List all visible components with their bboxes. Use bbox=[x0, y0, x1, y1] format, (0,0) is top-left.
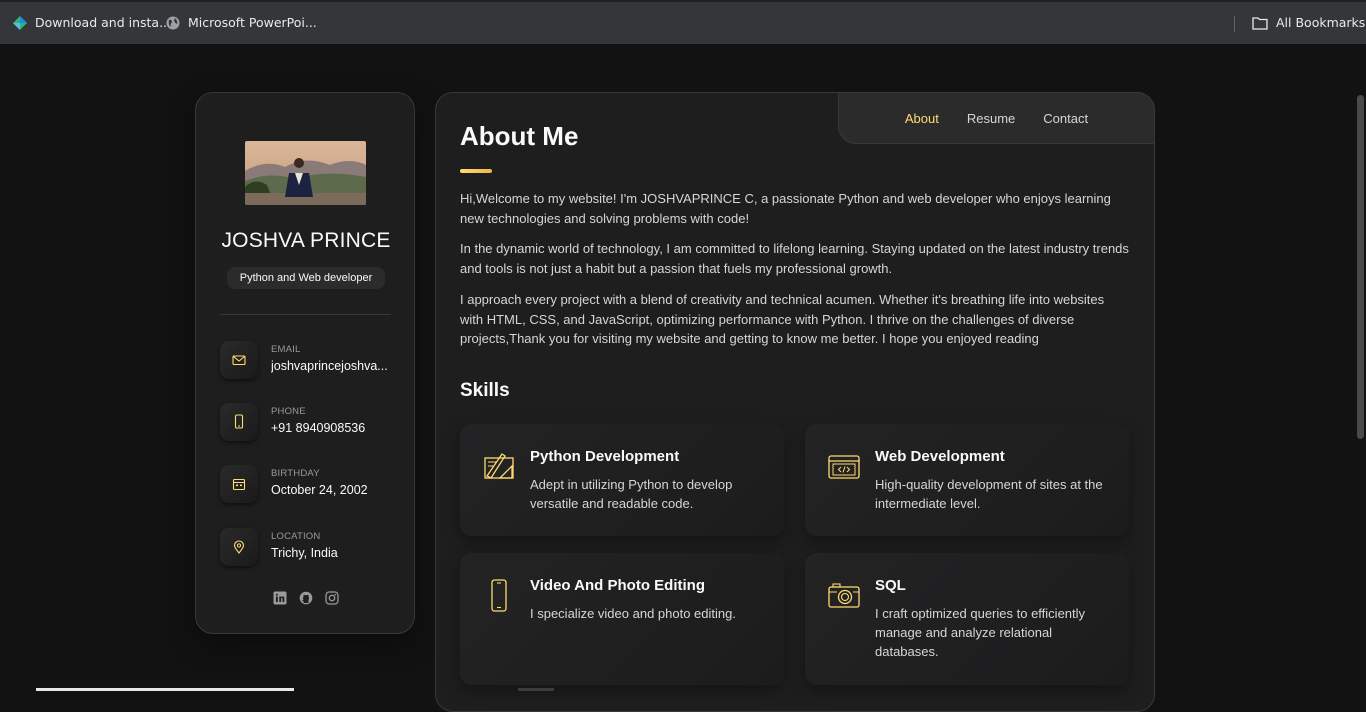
main-navbar: About Resume Contact bbox=[838, 92, 1155, 144]
nav-resume[interactable]: Resume bbox=[967, 111, 1015, 126]
nav-about[interactable]: About bbox=[905, 111, 939, 126]
bookmark-label: Download and insta... bbox=[35, 15, 171, 30]
skills-heading: Skills bbox=[460, 380, 510, 401]
all-bookmarks-label: All Bookmarks bbox=[1276, 15, 1366, 30]
profile-title-badge: Python and Web developer bbox=[227, 267, 385, 289]
social-links bbox=[196, 591, 416, 605]
skill-title: SQL bbox=[875, 577, 906, 594]
skill-title: Python Development bbox=[530, 448, 680, 465]
skill-title: Video And Photo Editing bbox=[530, 577, 705, 594]
phone-icon bbox=[220, 403, 258, 441]
code-window-icon bbox=[828, 455, 860, 479]
location-value: Trichy, India bbox=[271, 546, 338, 560]
mail-icon bbox=[220, 341, 258, 379]
bookmarks-separator bbox=[1234, 16, 1235, 32]
linkedin-icon[interactable] bbox=[273, 591, 287, 605]
contact-location: LOCATION Trichy, India bbox=[220, 528, 400, 568]
bookmark-download[interactable]: Download and insta... bbox=[13, 15, 171, 30]
folder-icon bbox=[1252, 16, 1268, 30]
location-pin-icon bbox=[220, 528, 258, 566]
skill-card: Video And Photo Editing I specialize vid… bbox=[460, 553, 784, 685]
contact-label: LOCATION bbox=[271, 531, 321, 542]
avatar bbox=[245, 141, 366, 205]
contact-label: BIRTHDAY bbox=[271, 468, 320, 479]
bookmarks-bar: Download and insta... Microsoft PowerPoi… bbox=[0, 0, 1366, 44]
skill-description: High-quality development of sites at the… bbox=[875, 477, 1103, 511]
contact-label: PHONE bbox=[271, 406, 306, 417]
phone-link[interactable]: +91 8940908536 bbox=[271, 421, 365, 435]
nav-contact[interactable]: Contact bbox=[1043, 111, 1088, 126]
camera-icon bbox=[828, 583, 860, 608]
globe-icon bbox=[166, 16, 180, 29]
main-content: About Resume Contact About Me Hi,Welcome… bbox=[435, 92, 1155, 712]
profile-sidebar: JOSHVA PRINCE Python and Web developer E… bbox=[195, 92, 415, 634]
about-paragraph: I approach every project with a blend of… bbox=[460, 292, 1105, 346]
skill-description: Adept in utilizing Python to develop ver… bbox=[530, 477, 733, 511]
sidebar-divider bbox=[220, 314, 391, 315]
contact-phone: PHONE +91 8940908536 bbox=[220, 403, 400, 443]
birthday-value: October 24, 2002 bbox=[271, 483, 368, 497]
all-bookmarks-button[interactable]: All Bookmarks bbox=[1252, 15, 1365, 30]
design-tools-icon bbox=[484, 453, 514, 479]
email-link[interactable]: joshvaprincejoshva... bbox=[271, 359, 388, 373]
about-paragraph: In the dynamic world of technology, I am… bbox=[460, 241, 1129, 276]
skill-card: SQL I craft optimized queries to efficie… bbox=[805, 553, 1129, 685]
bookmark-label: Microsoft PowerPoi... bbox=[188, 15, 317, 30]
contact-label: EMAIL bbox=[271, 344, 301, 355]
title-underline bbox=[460, 169, 492, 173]
skill-description: I craft optimized queries to efficiently… bbox=[875, 606, 1086, 659]
github-icon[interactable] bbox=[299, 591, 313, 605]
bookmark-powerpoint[interactable]: Microsoft PowerPoi... bbox=[166, 15, 317, 30]
instagram-icon[interactable] bbox=[325, 591, 339, 605]
skill-title: Web Development bbox=[875, 448, 1005, 465]
skill-card: Python Development Adept in utilizing Py… bbox=[460, 424, 784, 536]
about-paragraph: Hi,Welcome to my website! I'm JOSHVAPRIN… bbox=[460, 191, 1111, 226]
contact-birthday: BIRTHDAY October 24, 2002 bbox=[220, 465, 400, 505]
skill-description: I specialize video and photo editing. bbox=[530, 606, 736, 621]
contact-email: EMAIL joshvaprincejoshva... bbox=[220, 341, 400, 381]
skill-card: Web Development High-quality development… bbox=[805, 424, 1129, 536]
smartphone-icon bbox=[491, 579, 507, 612]
profile-name: JOSHVA PRINCE bbox=[221, 229, 391, 252]
calendar-icon bbox=[220, 465, 258, 503]
diamond-app-icon bbox=[13, 15, 27, 30]
page-scrollbar[interactable] bbox=[1357, 95, 1364, 439]
page-title: About Me bbox=[460, 121, 579, 151]
